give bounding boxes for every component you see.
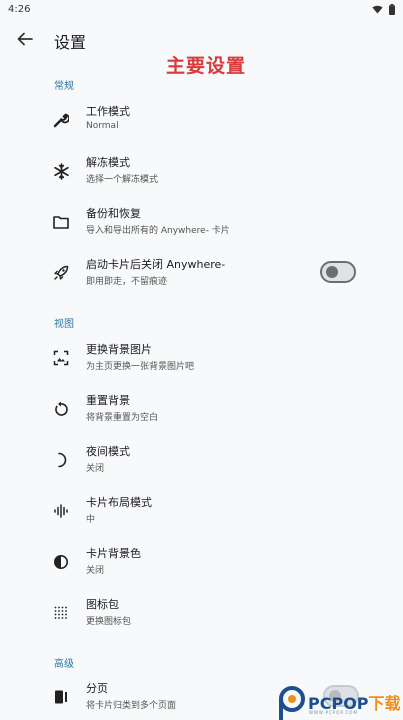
setting-change-background[interactable]: 更换背景图片 为主页更换一张背景图片吧 [0,335,403,381]
reset-icon [52,400,70,418]
card-bg-color-value: 关闭 [86,566,105,576]
arrow-left-icon [17,32,33,46]
close-after-launch-toggle[interactable] [320,261,356,283]
unfreeze-mode-title: 解冻模式 [86,156,130,169]
pcpop-watermark: PCPOP下载 WWW.PCPOP.COM [278,686,403,720]
setting-icon-pack[interactable]: 图标包 更换图标包 [0,590,403,636]
setting-night-mode[interactable]: 夜间模式 关闭 [0,437,403,483]
watermark-suffix: 下载 [368,694,401,713]
setting-work-mode[interactable]: 工作模式 Normal [0,97,403,143]
watermark-tagline: WWW.PCPOP.COM [309,710,358,715]
overlay-caption: 主要设置 [166,55,247,77]
close-after-launch-subtitle: 即用即走，不留痕迹 [86,277,168,287]
dot-grid-icon [52,604,70,622]
folder-icon [52,213,70,231]
card-layout-title: 卡片布局模式 [86,496,152,509]
setting-backup-restore[interactable]: 备份和恢复 导入和导出所有的 Anywhere- 卡片 [0,199,403,245]
wrench-icon [52,111,70,129]
setting-card-bg-color[interactable]: 卡片背景色 关闭 [0,539,403,585]
setting-close-after-launch[interactable]: 启动卡片后关闭 Anywhere- 即用即走，不留痕迹 [0,250,403,296]
rocket-icon [52,264,70,282]
backup-restore-subtitle: 导入和导出所有的 Anywhere- 卡片 [86,226,230,236]
section-header-view: 视图 [54,319,74,330]
work-mode-value: Normal [86,121,119,131]
unfreeze-mode-subtitle: 选择一个解冻模式 [86,175,159,185]
close-after-launch-title: 启动卡片后关闭 Anywhere- [86,258,226,271]
setting-reset-background[interactable]: 重置背景 将背景重置为空白 [0,386,403,432]
snowflake-icon [52,162,70,180]
paging-subtitle: 将卡片归类到多个页面 [86,701,177,711]
card-layout-value: 中 [86,515,96,525]
image-frame-icon [52,349,70,367]
change-background-title: 更换背景图片 [86,343,152,356]
waveform-icon [52,502,70,520]
night-mode-value: 关闭 [86,464,105,474]
change-background-subtitle: 为主页更换一张背景图片吧 [86,362,195,372]
reset-background-subtitle: 将背景重置为空白 [86,413,159,423]
battery-icon [389,3,395,15]
settings-screen: 4:26 设置 主要设置 常规 工作模式 Normal 解冻模式 选择一个解冻模… [0,0,403,720]
pages-icon [52,688,70,706]
icon-pack-subtitle: 更换图标包 [86,617,132,627]
status-icons [372,3,395,15]
card-bg-color-title: 卡片背景色 [86,547,141,560]
night-mode-title: 夜间模式 [86,445,130,458]
work-mode-title: 工作模式 [86,105,130,118]
contrast-icon [52,553,70,571]
status-time: 4:26 [8,3,31,15]
setting-card-layout[interactable]: 卡片布局模式 中 [0,488,403,534]
section-header-advanced: 高级 [54,659,74,670]
section-header-general: 常规 [54,81,74,92]
wifi-icon [372,5,383,14]
back-button[interactable] [12,26,38,52]
toggle-knob [326,266,338,278]
icon-pack-title: 图标包 [86,598,119,611]
reset-background-title: 重置背景 [86,394,130,407]
setting-unfreeze-mode[interactable]: 解冻模式 选择一个解冻模式 [0,148,403,194]
paging-title: 分页 [86,682,108,695]
pcpop-logo-icon [279,686,305,720]
page-title: 设置 [54,33,87,52]
moon-icon [52,451,70,469]
backup-restore-title: 备份和恢复 [86,207,141,220]
status-bar: 4:26 [0,0,403,18]
